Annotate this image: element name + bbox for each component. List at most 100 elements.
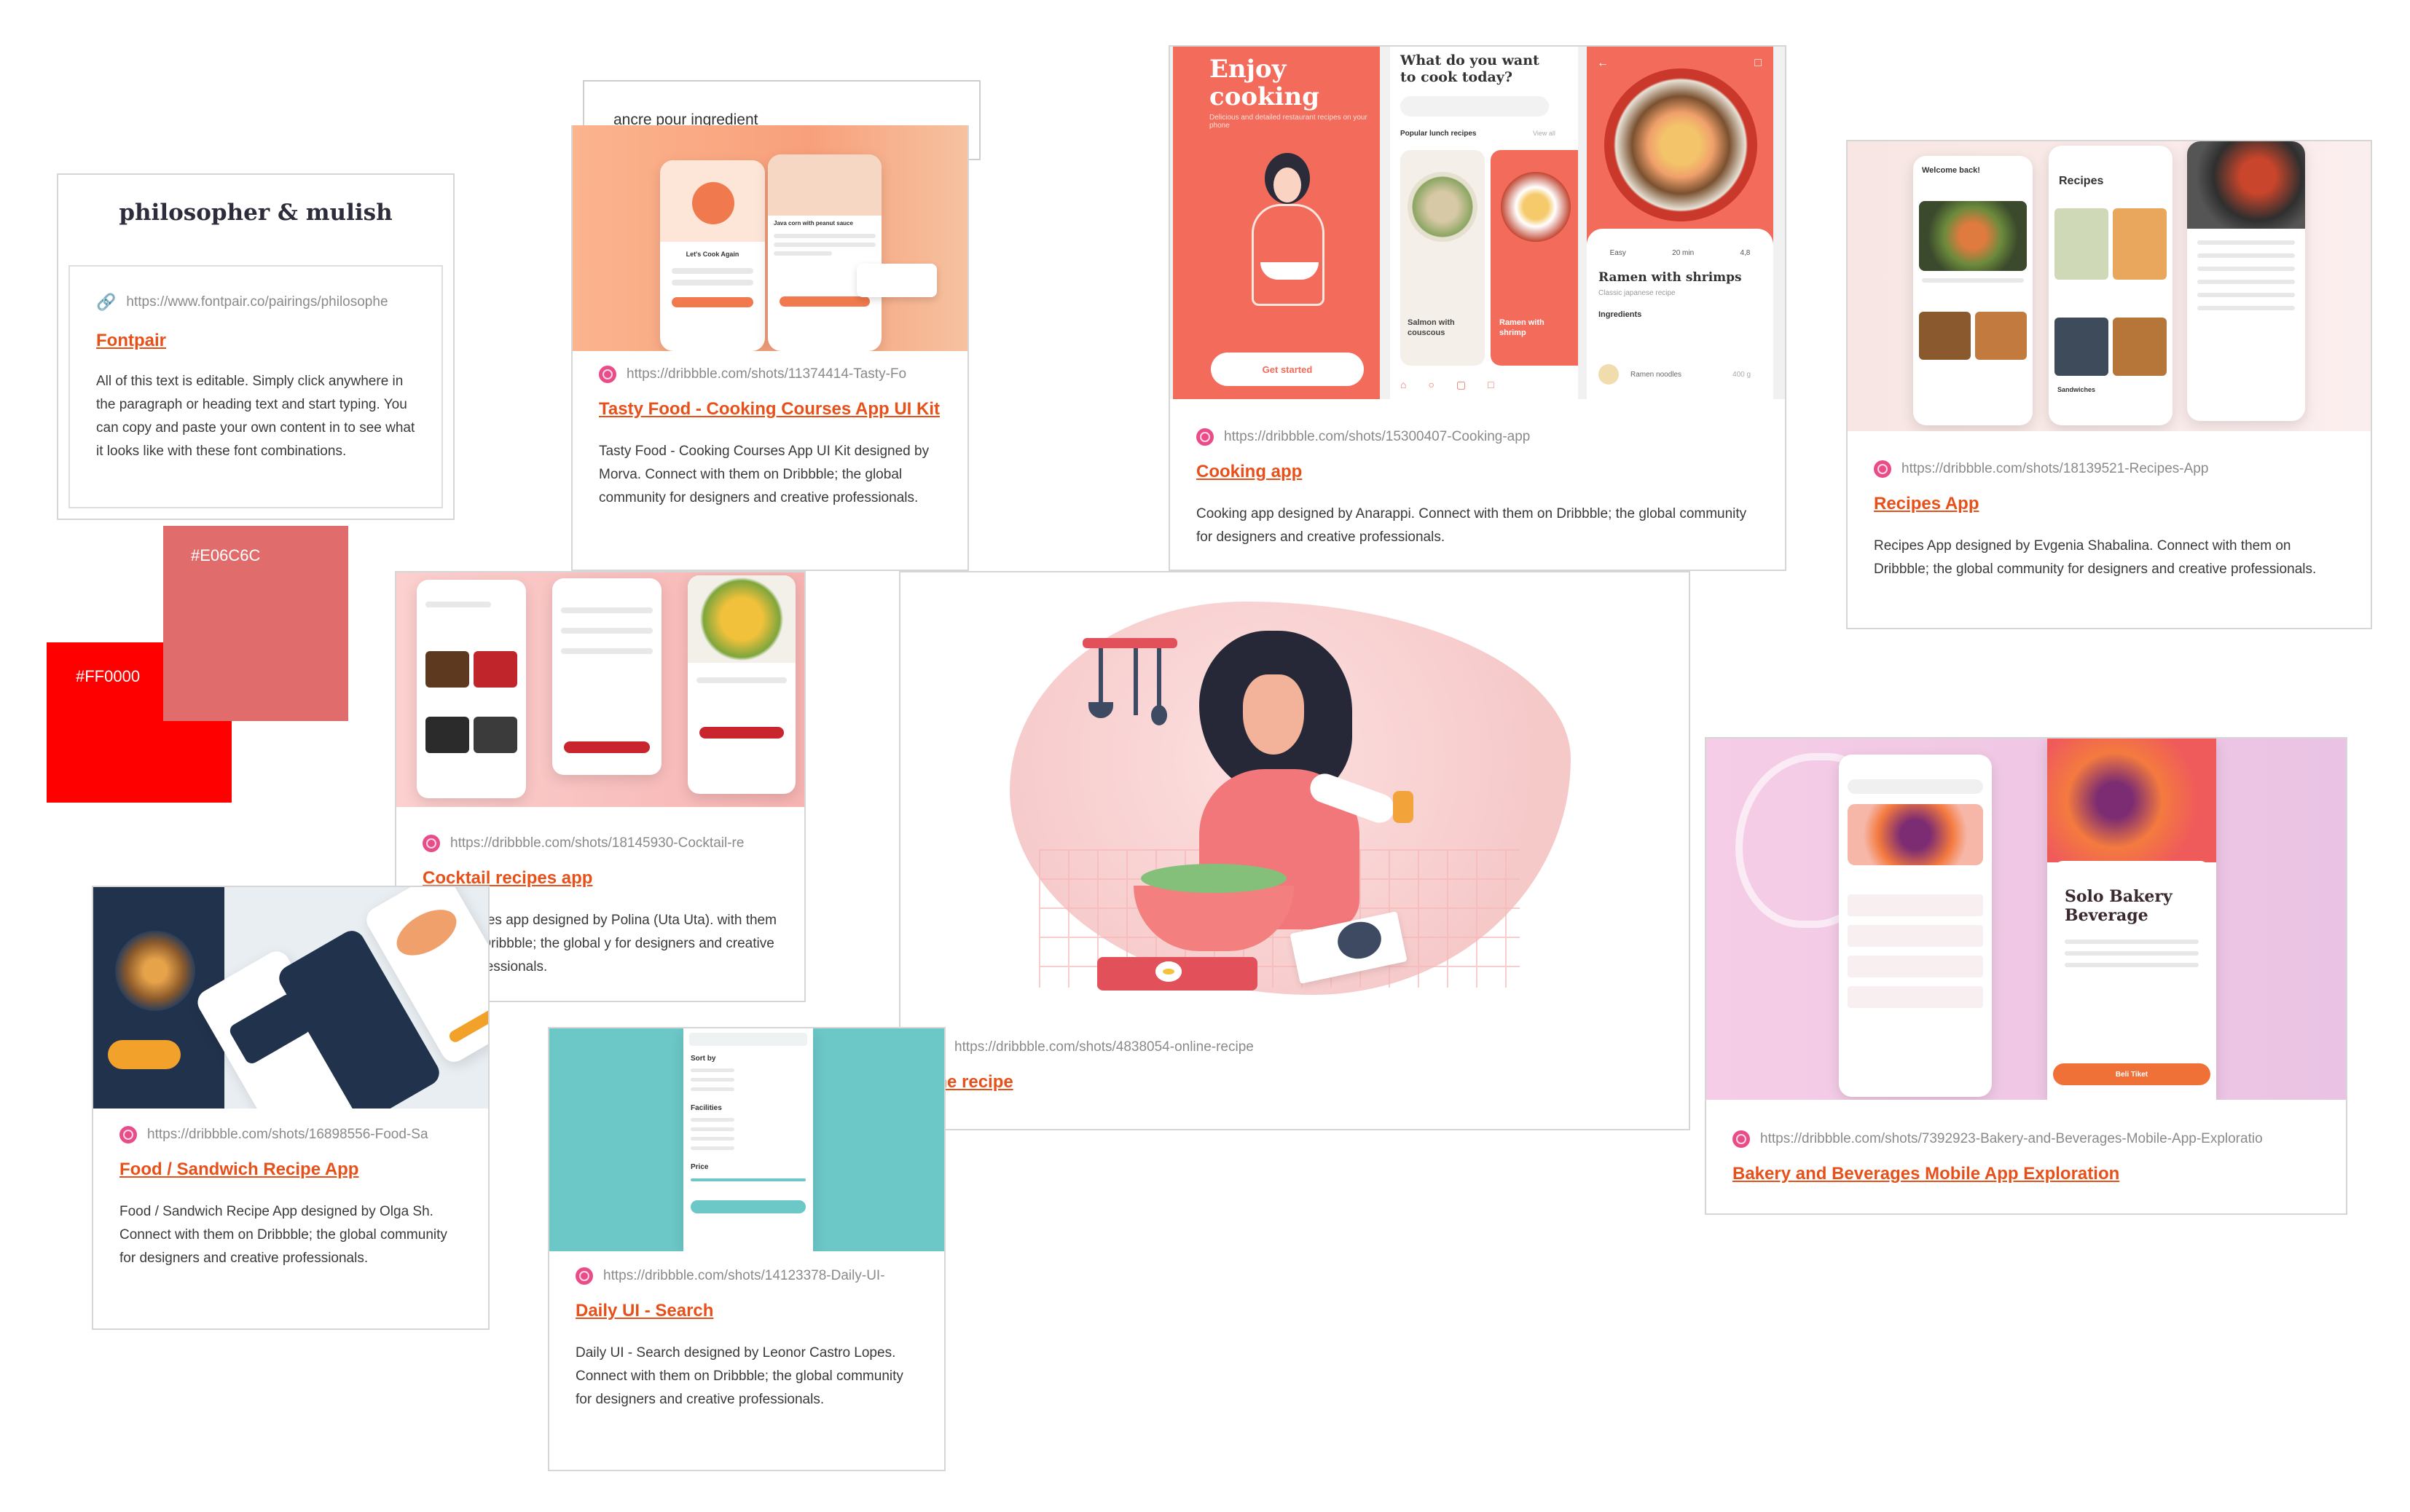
link-url: https://dribbble.com/shots/7392923-Baker… <box>1760 1131 2263 1146</box>
link-title[interactable]: Cooking app <box>1196 462 1759 482</box>
recipe-card-ramen[interactable]: Ramen with shrimp <box>1491 150 1578 366</box>
price-slider[interactable] <box>691 1178 806 1181</box>
recipe-detail-panel: Easy 20 min 4,8 Ramen with shrimps Class… <box>1587 229 1773 399</box>
spoon-icon <box>1157 648 1161 709</box>
link-title[interactable]: Recipes App <box>1874 494 2344 514</box>
section-label: Facilities <box>691 1104 722 1112</box>
phone-heading: What do you want to cook today? <box>1400 52 1539 85</box>
phone-mockup <box>552 578 662 775</box>
time-label: 20 min <box>1672 249 1695 257</box>
section-label: Price <box>691 1163 709 1171</box>
phone-mockup: Let's Cook Again <box>660 160 765 351</box>
link-description: Tasty Food - Cooking Courses App UI Kit … <box>599 444 930 505</box>
dribbble-icon <box>576 1267 593 1285</box>
buy-ticket-button[interactable]: Beli Tiket <box>2053 1063 2210 1085</box>
dribbble-icon <box>423 835 440 852</box>
link-url-row: https://dribbble.com/shots/15300407-Cook… <box>1196 428 1759 446</box>
link-title[interactable]: Fontpair <box>96 331 417 351</box>
phone-heading: Welcome back! <box>1922 166 1980 175</box>
dribbble-icon <box>1874 460 1891 478</box>
phone-enjoy-cooking: Enjoy cooking Delicious and detailed res… <box>1173 47 1380 399</box>
link-card-food-sandwich[interactable]: https://dribbble.com/shots/16898556-Food… <box>92 886 490 1330</box>
link-url: https://dribbble.com/shots/14123378-Dail… <box>603 1268 885 1283</box>
phone-mockup <box>688 575 796 794</box>
section-label: Sandwiches <box>2057 386 2096 393</box>
sauce-bottle <box>1393 791 1413 823</box>
phone-heading: Let's Cook Again <box>686 251 739 258</box>
link-card-recipes-app[interactable]: Welcome back! Recipes Sandwiches https:/… <box>1846 140 2372 629</box>
recipe-card-salmon[interactable]: Salmon with couscous <box>1400 150 1485 366</box>
ingredient-qty: 400 g <box>1732 370 1751 379</box>
phone-home: What do you want to cook today? Popular … <box>1390 47 1578 399</box>
thumbnail-online-recipe <box>900 572 1689 1024</box>
cook-illustration <box>1239 153 1341 320</box>
link-url-row: https://dribbble.com/shots/7392923-Baker… <box>1732 1130 2320 1148</box>
phone-mockup <box>417 580 526 798</box>
link-card-cooking-app[interactable]: Enjoy cooking Delicious and detailed res… <box>1169 45 1786 571</box>
phone-heading: Solo Bakery Beverage <box>2065 887 2172 925</box>
font-pair-heading: philosopher & mulish <box>119 200 393 226</box>
fontpair-card[interactable]: philosopher & mulish 🔗 https://www.fontp… <box>57 173 455 520</box>
bookmark-icon[interactable]: □ <box>1754 57 1762 70</box>
link-url-row: https://dribbble.com/shots/11374414-Tast… <box>599 366 941 383</box>
link-title[interactable]: Bakery and Beverages Mobile App Explorat… <box>1732 1164 2320 1184</box>
search-field[interactable] <box>1400 96 1549 117</box>
phone-recipe-title: Java corn with peanut sauce <box>774 220 853 227</box>
link-title[interactable]: line recipe <box>927 1072 1663 1092</box>
link-url: https://dribbble.com/shots/4838054-onlin… <box>954 1039 1254 1055</box>
thumbnail-recipes-app: Welcome back! Recipes Sandwiches <box>1848 141 2371 431</box>
button-label: Get started <box>1262 363 1313 375</box>
swatch-label: #FF0000 <box>76 667 141 685</box>
section-label: Popular lunch recipes <box>1400 130 1477 138</box>
phone-heading: Enjoy cooking <box>1209 55 1320 111</box>
link-url-row: 🔗 https://www.fontpair.co/pairings/philo… <box>96 293 417 312</box>
link-card-tasty-food[interactable]: Let's Cook Again Java corn with peanut s… <box>571 125 969 571</box>
link-url: https://www.fontpair.co/pairings/philoso… <box>126 294 388 310</box>
fontpair-link-card[interactable]: 🔗 https://www.fontpair.co/pairings/philo… <box>68 265 443 508</box>
link-url-row: https://dribbble.com/shots/18139521-Reci… <box>1874 460 2344 478</box>
link-url: https://dribbble.com/shots/15300407-Cook… <box>1224 429 1531 444</box>
swatch-label: #E06C6C <box>191 546 261 564</box>
get-started-button[interactable]: Get started <box>1211 353 1364 386</box>
link-url-row: https://dribbble.com/shots/14123378-Dail… <box>576 1267 918 1285</box>
search-field[interactable] <box>1848 779 1983 794</box>
link-card-daily-ui[interactable]: Sort by Facilities Price https://dribbbl… <box>548 1027 946 1471</box>
link-icon: 🔗 <box>96 293 117 311</box>
button-label: Beli Tiket <box>2115 1070 2148 1079</box>
link-description: Cooking app designed by Anarappi. Connec… <box>1196 506 1747 545</box>
search-field[interactable] <box>689 1033 807 1046</box>
link-title[interactable]: Tasty Food - Cooking Courses App UI Kit <box>599 399 941 420</box>
ramen-bowl-image <box>1604 68 1757 221</box>
phone-mockup: Recipes Sandwiches <box>2049 146 2172 425</box>
phone-mockup: Sort by Facilities Price <box>683 1028 813 1251</box>
link-meta: https://dribbble.com/shots/14123378-Dail… <box>549 1267 944 1470</box>
back-icon[interactable]: ← <box>1597 57 1609 70</box>
link-card-bakery[interactable]: Solo Bakery Beverage Beli Tiket https://… <box>1705 737 2347 1215</box>
search-submit-button[interactable] <box>691 1200 806 1213</box>
dribbble-icon <box>599 366 616 383</box>
link-meta: https://dribbble.com/shots/11374414-Tast… <box>573 366 967 570</box>
link-description: ecipes app designed by Polina (Uta Uta).… <box>462 913 777 974</box>
phone-mockup: Welcome back! <box>1913 156 2033 425</box>
link-card-online-recipe[interactable]: https://dribbble.com/shots/4838054-onlin… <box>899 571 1690 1130</box>
thumbnail-tasty-food: Let's Cook Again Java corn with peanut s… <box>573 125 967 351</box>
link-title[interactable]: Daily UI - Search <box>576 1301 918 1321</box>
phone-mockup <box>2187 141 2305 421</box>
dribbble-icon <box>1732 1130 1750 1148</box>
egg <box>1155 961 1182 982</box>
link-url: https://dribbble.com/shots/16898556-Food… <box>147 1127 428 1142</box>
view-all-link[interactable]: View all <box>1533 130 1555 137</box>
link-url: https://dribbble.com/shots/18145930-Cock… <box>450 835 745 851</box>
link-description: All of this text is editable. Simply cli… <box>96 374 415 459</box>
color-swatch-coral[interactable]: #E06C6C <box>163 526 348 721</box>
utensil-rack <box>1083 638 1177 648</box>
dribbble-icon <box>1196 428 1214 446</box>
link-meta: https://dribbble.com/shots/18139521-Reci… <box>1848 460 2371 628</box>
recipe-subtitle: Classic japanese recipe <box>1598 289 1676 297</box>
phone-mockup: Java corn with peanut sauce <box>768 154 882 351</box>
link-title[interactable]: Food / Sandwich Recipe App <box>119 1159 462 1180</box>
recipe-title: Ramen with shrimps <box>1598 270 1742 285</box>
fork-icon <box>1134 648 1138 715</box>
link-url-row: https://dribbble.com/shots/16898556-Food… <box>119 1126 462 1143</box>
thumbnail-cocktail <box>396 572 804 807</box>
